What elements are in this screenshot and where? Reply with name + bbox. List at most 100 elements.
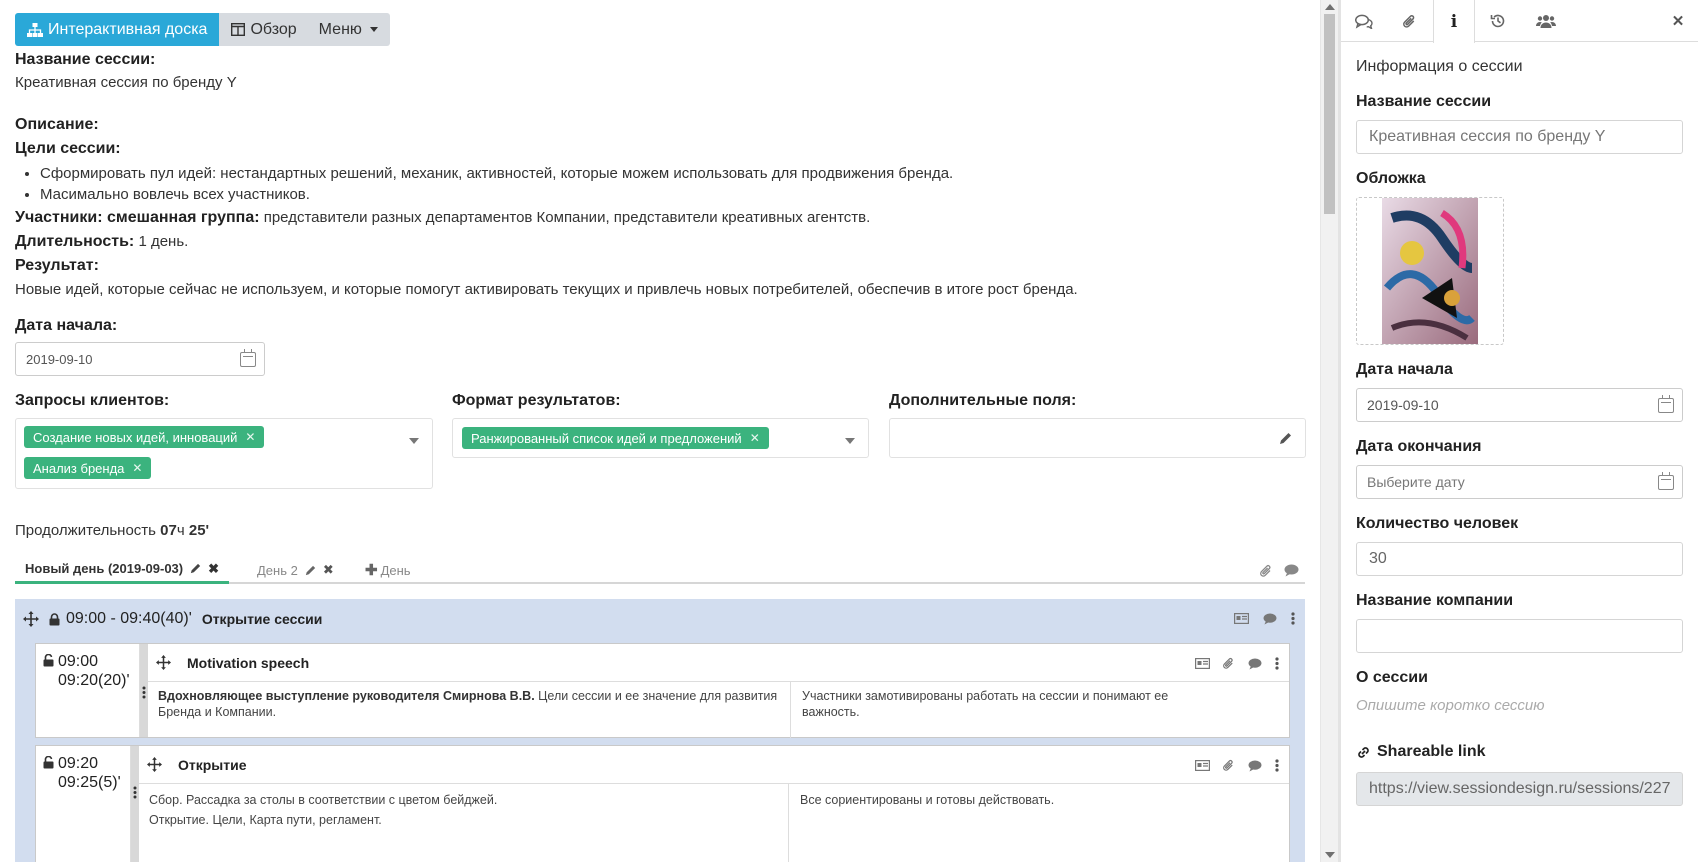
tag-chip: Анализ бренда ✕	[24, 457, 152, 479]
paperclip-icon[interactable]	[1223, 759, 1235, 772]
pencil-icon[interactable]	[1279, 432, 1292, 445]
more-vertical-icon[interactable]	[142, 686, 146, 699]
cover-label: Обложка	[1356, 170, 1426, 187]
day-tabs: Новый день (2019-09-03) ✖ День 2 ✖ ✚ Ден…	[15, 556, 1305, 584]
dropdown-caret-icon[interactable]	[845, 438, 855, 444]
format-select[interactable]: Ранжированный список идей и предложений ✕	[452, 418, 869, 458]
id-card-icon[interactable]	[1234, 613, 1249, 624]
requests-select[interactable]: Создание новых идей, инноваций ✕ Анализ б…	[15, 418, 433, 489]
more-vertical-icon[interactable]	[1275, 657, 1279, 670]
close-panel-button[interactable]: ✕	[1658, 0, 1698, 42]
end-date-input[interactable]: Выберите дату	[1356, 465, 1683, 499]
more-vertical-icon[interactable]	[133, 786, 137, 799]
session-name-value: Креативная сессия по бренду Y	[15, 74, 237, 91]
drag-handle[interactable]	[131, 746, 139, 862]
more-vertical-icon[interactable]	[1291, 612, 1295, 625]
history-icon	[1490, 14, 1505, 28]
caret-down-icon	[369, 27, 378, 32]
comment-icon[interactable]	[1248, 657, 1262, 670]
overview-button[interactable]: Обзор	[219, 13, 309, 46]
close-icon[interactable]: ✖	[208, 561, 219, 577]
tab-participants[interactable]	[1521, 0, 1571, 42]
panel-start-label: Дата начала	[1356, 361, 1453, 378]
unlock-icon[interactable]	[43, 654, 54, 667]
tab-day-2[interactable]: День 2 ✖	[257, 556, 334, 584]
session-name-label: Название сессии:	[15, 51, 156, 68]
remove-tag-icon[interactable]: ✕	[132, 461, 142, 475]
people-count-input[interactable]: 30	[1356, 542, 1683, 576]
comment-icon[interactable]	[1248, 759, 1262, 772]
tab-comments[interactable]	[1341, 0, 1387, 42]
columns-icon	[231, 23, 246, 36]
item-header[interactable]: Motivation speech	[148, 644, 1289, 682]
result-label: Результат:	[15, 257, 99, 274]
company-name-input[interactable]	[1356, 619, 1683, 653]
paperclip-icon	[1403, 14, 1415, 28]
block-time: 09:00 - 09:40(40)'	[66, 610, 192, 627]
item-description-cell[interactable]: Вдохновляющее выступление руководителя С…	[148, 682, 791, 738]
scroll-down-arrow-icon[interactable]	[1325, 852, 1335, 858]
item-result-cell[interactable]: Все сориентированы и готовы действовать.	[789, 784, 1289, 862]
paperclip-icon[interactable]	[1223, 657, 1235, 670]
start-date-input[interactable]: 2019-09-10	[15, 342, 265, 376]
shareable-link-input[interactable]: https://view.sessiondesign.ru/sessions/2…	[1356, 772, 1683, 806]
paperclip-icon[interactable]	[1260, 564, 1273, 578]
timeline-item: 09:20 09:25(5)' Открытие Сбор. Рассадка …	[35, 745, 1290, 862]
remove-tag-icon[interactable]: ✕	[750, 431, 760, 445]
about-textarea[interactable]: Опишите коротко сессию	[1356, 697, 1545, 714]
move-icon[interactable]	[147, 757, 162, 772]
duration-label: Длительность:	[15, 233, 135, 250]
info-icon: i	[1450, 11, 1458, 32]
users-icon	[1536, 15, 1556, 28]
add-day-button[interactable]: ✚ День	[365, 556, 411, 584]
tag-chip: Создание новых идей, инноваций ✕	[24, 426, 265, 448]
item-time: 09:00 09:20(20)'	[36, 644, 140, 737]
session-info-panel: i ✕ Информация о сессии Название сессии …	[1341, 0, 1698, 862]
calendar-icon[interactable]	[1658, 395, 1674, 413]
dropdown-caret-icon[interactable]	[409, 438, 419, 444]
duration-line: Длительность: 1 день.	[15, 233, 188, 251]
more-vertical-icon[interactable]	[1275, 759, 1279, 772]
result-value: Новые идей, которые сейчас не используем…	[15, 281, 1078, 298]
cover-dropzone[interactable]	[1356, 197, 1504, 345]
item-result-cell[interactable]: Участники замотивированы работать на сес…	[791, 682, 1289, 738]
comment-icon[interactable]	[1284, 564, 1299, 577]
comments-icon	[1355, 14, 1373, 29]
scrollbar-thumb[interactable]	[1324, 14, 1335, 214]
move-icon[interactable]	[156, 655, 171, 670]
pencil-icon[interactable]	[305, 565, 316, 576]
tab-history[interactable]	[1475, 0, 1521, 42]
tab-attachments[interactable]	[1387, 0, 1433, 42]
block-header[interactable]: 09:00 - 09:40(40)' Открытие сессии	[15, 599, 1305, 639]
goals-list: Сформировать пул идей: нестандартных реш…	[18, 163, 953, 205]
lock-icon[interactable]	[49, 612, 60, 626]
panel-start-date-input[interactable]: 2019-09-10	[1356, 388, 1683, 422]
pencil-icon[interactable]	[190, 563, 201, 574]
id-card-icon[interactable]	[1195, 760, 1210, 771]
item-description-cell[interactable]: Сбор. Рассадка за столы в соответствии с…	[139, 784, 789, 862]
extra-fields-box[interactable]	[889, 418, 1306, 458]
requests-label: Запросы клиентов:	[15, 392, 170, 409]
item-header[interactable]: Открытие	[139, 746, 1289, 784]
menu-dropdown[interactable]: Меню	[308, 13, 390, 46]
cover-image[interactable]	[1382, 198, 1478, 344]
remove-tag-icon[interactable]: ✕	[245, 430, 255, 444]
drag-handle[interactable]	[140, 644, 148, 737]
about-label: О сессии	[1356, 669, 1428, 686]
session-name-input[interactable]: Креативная сессия по бренду Y	[1356, 120, 1683, 154]
close-icon: ✕	[1671, 13, 1685, 30]
calendar-icon[interactable]	[1658, 472, 1674, 490]
panel-tabs: i ✕	[1341, 0, 1698, 43]
tab-day-1[interactable]: Новый день (2019-09-03) ✖	[15, 556, 230, 584]
comment-icon[interactable]	[1263, 612, 1277, 625]
board-button[interactable]: Интерактивная доска	[15, 13, 220, 46]
move-icon[interactable]	[23, 611, 39, 627]
close-icon[interactable]: ✖	[323, 562, 334, 578]
calendar-icon[interactable]	[240, 349, 256, 367]
scroll-up-arrow-icon[interactable]	[1325, 4, 1335, 10]
tab-info[interactable]: i	[1433, 0, 1475, 43]
timeline-block: 09:00 - 09:40(40)' Открытие сессии 09:00…	[15, 599, 1305, 862]
unlock-icon[interactable]	[43, 756, 54, 769]
id-card-icon[interactable]	[1195, 658, 1210, 669]
main-scrollbar[interactable]	[1320, 0, 1338, 862]
